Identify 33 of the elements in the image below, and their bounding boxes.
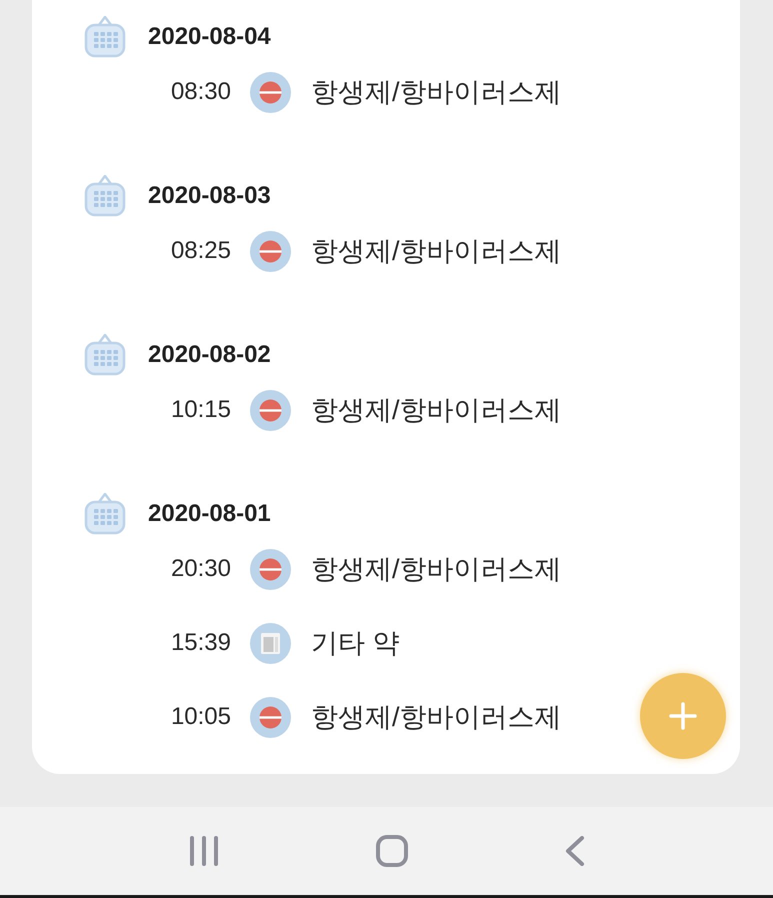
back-icon xyxy=(564,836,584,866)
calendar-icon xyxy=(84,16,126,58)
calendar-icon xyxy=(84,334,126,376)
calendar-icon xyxy=(84,175,126,217)
medicine-name: 항생제/항바이러스제 xyxy=(311,76,562,109)
medicine-name: 기타 약 xyxy=(311,627,400,660)
medicine-name: 항생제/항바이러스제 xyxy=(311,235,562,268)
pill-icon xyxy=(250,230,291,272)
pill-icon xyxy=(250,72,291,112)
pill-icon xyxy=(250,390,291,430)
entry-time: 10:15 xyxy=(170,396,231,424)
medicine-name: 항생제/항바이러스제 xyxy=(311,553,562,586)
plus-icon xyxy=(669,702,697,730)
pill-icon xyxy=(250,548,291,590)
back-button[interactable] xyxy=(564,836,584,866)
pill-icon xyxy=(250,696,291,738)
entry-time: 08:30 xyxy=(170,78,231,106)
recent-apps-button[interactable] xyxy=(188,836,218,866)
medicine-name: 항생제/항바이러스제 xyxy=(311,701,562,734)
medicine-name: 항생제/항바이러스제 xyxy=(311,394,562,427)
entry-time: 15:39 xyxy=(170,629,231,657)
date-heading: 2020-08-04 xyxy=(148,23,271,51)
entry-time: 20:30 xyxy=(170,555,231,583)
home-icon xyxy=(376,835,408,867)
calendar-icon xyxy=(84,493,126,535)
entry-time: 10:05 xyxy=(170,703,231,731)
document-icon xyxy=(250,622,291,664)
home-button[interactable] xyxy=(376,835,408,867)
date-heading: 2020-08-03 xyxy=(148,182,271,210)
date-heading: 2020-08-02 xyxy=(148,341,271,369)
recent-apps-icon xyxy=(188,836,218,866)
entry-time: 08:25 xyxy=(170,237,231,265)
date-heading: 2020-08-01 xyxy=(148,500,271,528)
